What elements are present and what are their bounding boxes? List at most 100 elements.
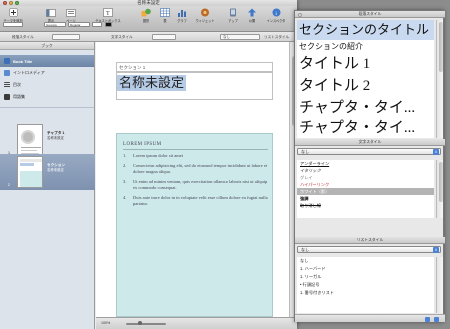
list-style-item[interactable]: なし <box>297 257 434 265</box>
toc-icon <box>4 82 10 88</box>
list-item-text: Lorem ipsum dolor sit amet <box>133 153 183 158</box>
character-style-item[interactable]: ハイパーリンク <box>297 181 434 188</box>
list-style-list[interactable]: なし 1. ハーバード 1. リーガル • 行頭記号 1. 番号付きリスト <box>297 257 434 313</box>
character-style-item[interactable]: グレイ <box>297 174 434 181</box>
style-preset-popup[interactable] <box>3 22 23 27</box>
paragraph-style-item[interactable]: タイトル 2 <box>297 75 434 97</box>
sidebar-item-intro-media[interactable]: イントロメディア <box>0 67 94 79</box>
inspector-button[interactable]: i インスペクタ <box>266 8 286 28</box>
character-style-popup[interactable] <box>152 34 176 40</box>
chevron-updown-icon: ⇕ <box>433 149 439 155</box>
glossary-icon <box>4 94 10 100</box>
paragraph-style-list[interactable]: セクションのタイトル セクションの紹介 タイトル 1 タイトル 2 チャプタ・タ… <box>297 20 434 138</box>
toolbar-label: ウィジェット <box>195 19 215 23</box>
lorem-list: 1. Lorem ipsum dolor sit amet 2. Consectet… <box>123 153 268 211</box>
character-style-item[interactable]: 取り消し線 <box>297 202 434 209</box>
paragraph-style-item[interactable]: チャプタ・タイ... <box>297 97 434 119</box>
title-textbox[interactable]: 名称未設定 <box>116 72 273 100</box>
add-style-button[interactable] <box>425 316 430 322</box>
svg-text:T: T <box>106 11 110 17</box>
style-actions-button[interactable] <box>434 316 439 322</box>
document-title[interactable]: 名称未設定 <box>117 75 187 91</box>
chart-button[interactable]: グラフ <box>172 8 192 28</box>
font-family-popup[interactable]: Georgia <box>44 22 66 27</box>
zoom-slider[interactable] <box>126 321 166 325</box>
character-list-scrollbar[interactable] <box>436 160 443 218</box>
media-icon <box>4 70 10 76</box>
list-styles-header[interactable]: リストスタイル <box>295 237 445 244</box>
character-styles-header[interactable]: 文字スタイル <box>295 139 445 146</box>
sidebar-item-label: Book Title <box>13 58 33 64</box>
zoom-value[interactable]: 100% <box>101 321 110 325</box>
list-style-popup[interactable]: なし ⇕ <box>297 246 441 253</box>
toolbar-label: アップ <box>228 19 238 23</box>
scrollbar-thumb[interactable] <box>438 162 443 202</box>
character-style-label[interactable]: 文字スタイル <box>111 34 133 40</box>
lorem-box-title: LOREM IPSUM <box>123 142 162 147</box>
shape-icon <box>141 8 152 17</box>
paragraph-style-popup[interactable] <box>52 34 80 40</box>
page-number: 2 <box>8 183 10 187</box>
lorem-title-rule <box>123 149 268 150</box>
font-size-field[interactable] <box>92 22 102 27</box>
list-style-label[interactable]: リストスタイル <box>264 34 289 40</box>
list-style-scrollbar[interactable] <box>436 257 443 313</box>
character-style-item[interactable]: イタリック <box>297 167 434 174</box>
paragraph-styles-header[interactable]: 段落スタイル <box>295 11 445 18</box>
palette-title: 文字スタイル <box>358 140 382 144</box>
dropdown-value: なし <box>301 247 309 252</box>
format-bar: 段落スタイル 文字スタイル なし リストスタイル <box>0 32 297 42</box>
widget-icon <box>200 8 211 17</box>
zoom-slider-knob[interactable] <box>138 321 143 325</box>
character-style-item[interactable]: アンダーライン <box>297 160 434 167</box>
sidebar-item-toc[interactable]: 目次 <box>0 79 94 91</box>
textbox-icon: T <box>103 8 114 17</box>
font-typeface-popup[interactable]: Regular <box>68 22 90 27</box>
toolbar-label: 公開 <box>248 19 256 23</box>
lorem-list-item[interactable]: 4. Duis aute irure dolor in in voluptate … <box>123 195 268 207</box>
text-color-well[interactable] <box>105 22 112 27</box>
paragraph-list-scrollbar[interactable] <box>436 20 443 138</box>
paragraph-style-item[interactable]: セクションの紹介 <box>297 40 434 53</box>
toolbar-label: 表 <box>163 19 167 23</box>
close-palette-button[interactable] <box>298 12 302 17</box>
status-bar: 100% <box>96 317 297 329</box>
chapter-thumbnail-image <box>17 124 43 156</box>
paragraph-style-item[interactable]: タイトル 1 <box>297 53 434 75</box>
scrollbar-thumb[interactable] <box>438 22 443 72</box>
list-style-item[interactable]: 1. ハーバード <box>297 265 434 273</box>
list-style-item[interactable]: • 行頭記号 <box>297 281 434 289</box>
shape-button[interactable]: 図形 <box>136 8 156 28</box>
paragraph-style-item[interactable]: セクションのタイトル <box>297 20 434 40</box>
arrow-up-icon <box>247 8 258 17</box>
lorem-list-item[interactable]: 3. Ut enim ad minim veniam, quis exercita… <box>123 179 268 191</box>
paragraph-style-item[interactable]: チャプタ・タイ... <box>297 119 434 137</box>
character-style-list[interactable]: アンダーライン イタリック グレイ ハイパーリンク ホワイト（影） 強調 取り消… <box>297 160 434 218</box>
lorem-ipsum-box[interactable]: LOREM IPSUM 1. Lorem ipsum dolor sit amet… <box>116 133 273 317</box>
character-style-item[interactable]: 強調 <box>297 195 434 202</box>
character-style-item[interactable]: ホワイト（影） <box>297 188 434 195</box>
page-thumbnail-chapter-1[interactable]: 1 チャプタ 1 名称未設定 <box>0 122 95 158</box>
dropdown-value: なし <box>301 149 309 154</box>
publish-button[interactable]: 公開 <box>242 8 262 28</box>
list-style-popup[interactable]: なし <box>220 34 260 40</box>
upload-button[interactable]: アップ <box>223 8 243 28</box>
lorem-list-item[interactable]: 2. Consectetur adipisicing elit, sed do e… <box>123 163 268 175</box>
palette-footer <box>295 314 445 322</box>
lorem-list-item[interactable]: 1. Lorem ipsum dolor sit amet <box>123 153 268 159</box>
section-label[interactable]: セクション 1 <box>116 62 273 72</box>
page-thumbnail-section[interactable]: 2 セクション 名称未設定 <box>0 154 95 190</box>
list-item-text: Ut enim ad minim veniam, quis exercitati… <box>133 179 268 190</box>
plus-icon <box>8 8 19 17</box>
sidebar-item-label: イントロメディア <box>13 70 45 75</box>
widget-button[interactable]: ウィジェット <box>193 8 217 28</box>
toolbar-label: 図形 <box>142 19 150 23</box>
list-style-item[interactable]: 1. 番号付きリスト <box>297 289 434 297</box>
sidebar-item-glossary[interactable]: 用語集 <box>0 91 94 103</box>
page-icon <box>66 8 77 17</box>
sidebar-item-book-title[interactable]: Book Title <box>0 55 94 67</box>
upload-icon <box>228 8 239 17</box>
character-style-popup[interactable]: なし ⇕ <box>297 148 441 155</box>
list-style-item[interactable]: 1. リーガル <box>297 273 434 281</box>
paragraph-style-label[interactable]: 段落スタイル <box>12 34 34 40</box>
